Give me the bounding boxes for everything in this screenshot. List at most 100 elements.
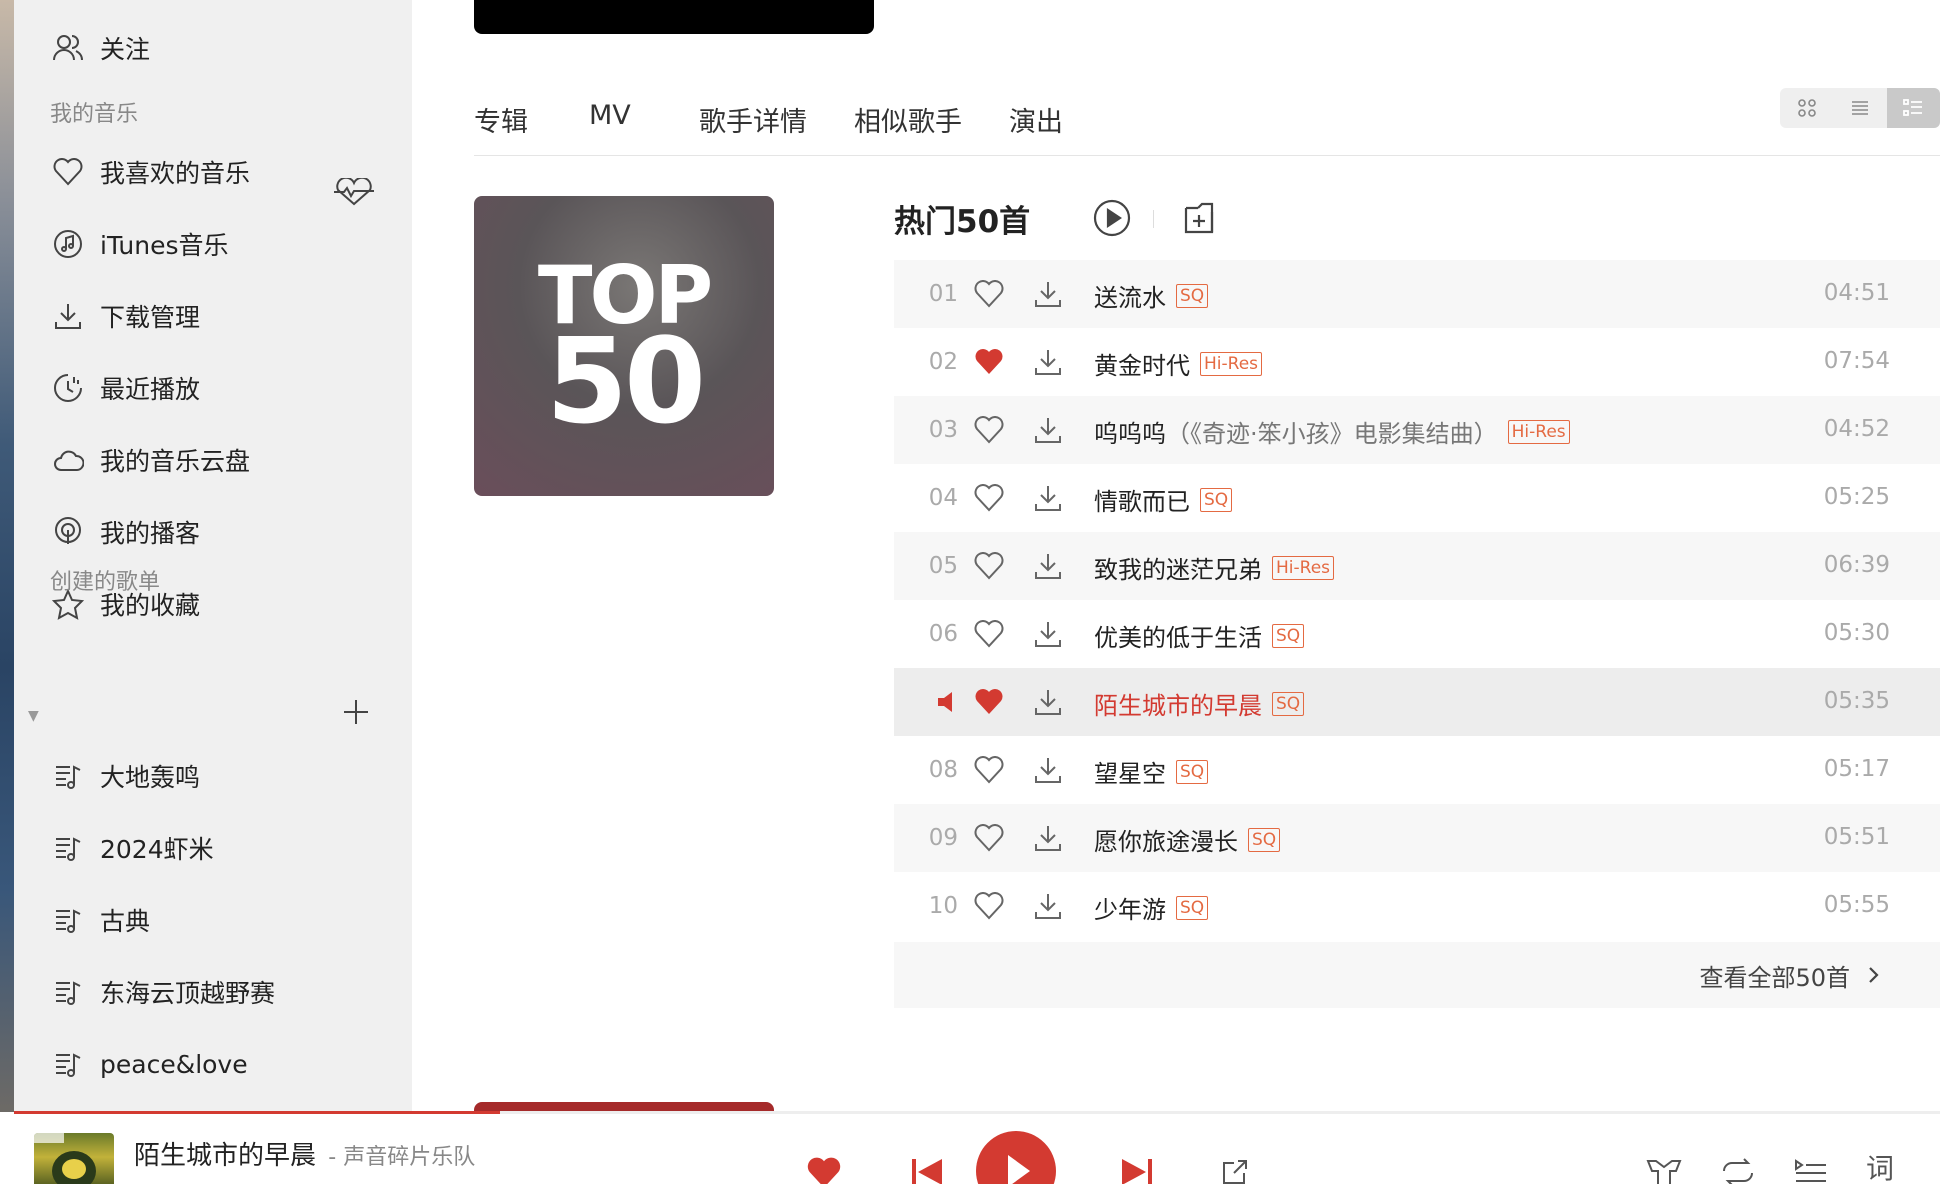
play-all-button[interactable] xyxy=(1092,198,1132,238)
now-playing-title[interactable]: 陌生城市的早晨 - 声音碎片乐队 xyxy=(134,1135,475,1172)
playlist-icon xyxy=(50,974,86,1010)
share-button[interactable] xyxy=(1220,1157,1250,1184)
now-playing-cover[interactable] xyxy=(34,1133,114,1184)
add-to-playlist-button[interactable] xyxy=(1178,198,1218,238)
download-icon[interactable] xyxy=(1032,482,1064,514)
download-icon[interactable] xyxy=(1032,346,1064,378)
song-name: 送流水 xyxy=(1094,284,1166,312)
heart-outline-icon[interactable] xyxy=(974,416,1004,444)
sound-effect-icon[interactable] xyxy=(1644,1157,1684,1184)
view-all-button[interactable]: 查看全部50首 xyxy=(894,942,1940,1008)
download-icon[interactable] xyxy=(1032,278,1064,310)
heart-outline-icon[interactable] xyxy=(974,756,1004,784)
heart-outline-icon[interactable] xyxy=(974,484,1004,512)
song-row[interactable]: 10 少年游 SQ 05:55 xyxy=(894,872,1940,940)
download-icon xyxy=(50,298,86,334)
heart-filled-icon[interactable] xyxy=(974,348,1004,376)
playlist-label: 东海云顶越野赛 xyxy=(100,979,276,1008)
song-duration: 06:39 xyxy=(1823,552,1890,578)
playlist-item[interactable]: 古典 xyxy=(14,890,412,950)
song-row[interactable]: 09 愿你旅途漫长 SQ 05:51 xyxy=(894,804,1940,872)
sidebar-item-3[interactable]: 最近播放 xyxy=(14,358,412,418)
song-row[interactable]: 06 优美的低于生活 SQ 05:30 xyxy=(894,600,1940,668)
playlist-item[interactable]: 2024虾米 xyxy=(14,818,412,878)
heartbeat-mode-icon[interactable] xyxy=(332,178,376,206)
previous-button[interactable] xyxy=(910,1157,944,1184)
song-name: 呜呜呜 xyxy=(1094,420,1166,448)
section-title-my-music: 我的音乐 xyxy=(50,102,139,127)
song-number: 06 xyxy=(928,621,958,647)
desktop-background xyxy=(0,0,14,1112)
repeat-mode-icon[interactable] xyxy=(1720,1157,1756,1184)
song-name: 致我的迷茫兄弟 xyxy=(1094,556,1262,584)
song-number: 02 xyxy=(928,349,958,375)
player-bar: 陌生城市的早晨 - 声音碎片乐队 词 xyxy=(14,1111,1940,1184)
playlist-label: 大地轰鸣 xyxy=(100,763,201,792)
play-button[interactable] xyxy=(976,1131,1056,1184)
view-all-label: 查看全部50首 xyxy=(1699,963,1850,992)
heart-outline-icon xyxy=(50,154,86,190)
list-view-button[interactable] xyxy=(1833,88,1886,128)
playlist-label: 2024虾米 xyxy=(100,835,214,864)
playlist-item[interactable]: peace&love xyxy=(14,1034,412,1094)
download-icon[interactable] xyxy=(1032,414,1064,446)
download-icon[interactable] xyxy=(1032,754,1064,786)
tab-mv[interactable]: MV xyxy=(589,100,631,156)
sidebar-item-1[interactable]: iTunes音乐 xyxy=(14,214,412,274)
song-row[interactable]: 04 情歌而已 SQ 05:25 xyxy=(894,464,1940,532)
song-number: 05 xyxy=(928,553,958,579)
song-name: 陌生城市的早晨 xyxy=(1094,692,1262,720)
heart-outline-icon[interactable] xyxy=(974,552,1004,580)
download-icon[interactable] xyxy=(1032,890,1064,922)
cloud-icon xyxy=(50,442,86,478)
song-name: 少年游 xyxy=(1094,896,1166,924)
song-number: 03 xyxy=(928,417,958,443)
song-row[interactable]: 03 呜呜呜 （《奇迹·笨小孩》电影集结曲） Hi-Res 04:52 xyxy=(894,396,1940,464)
download-icon[interactable] xyxy=(1032,822,1064,854)
song-row[interactable]: 05 致我的迷茫兄弟 Hi-Res 06:39 xyxy=(894,532,1940,600)
song-row[interactable]: 陌生城市的早晨 SQ 05:35 xyxy=(894,668,1940,736)
heart-outline-icon[interactable] xyxy=(974,620,1004,648)
heart-outline-icon[interactable] xyxy=(974,280,1004,308)
heart-outline-icon[interactable] xyxy=(974,824,1004,852)
clock-icon xyxy=(50,370,86,406)
lyrics-button[interactable]: 词 xyxy=(1866,1147,1894,1184)
song-row[interactable]: 08 望星空 SQ 05:17 xyxy=(894,736,1940,804)
next-button[interactable] xyxy=(1120,1157,1154,1184)
download-icon[interactable] xyxy=(1032,686,1064,718)
sidebar-item-5[interactable]: 我的播客 xyxy=(14,502,412,562)
chevron-right-icon xyxy=(1869,967,1879,983)
like-button[interactable] xyxy=(806,1155,842,1184)
collapse-arrow-icon[interactable]: ▼ xyxy=(28,708,39,724)
detail-view-button[interactable] xyxy=(1886,88,1940,128)
album-cover[interactable]: TOP 50 xyxy=(474,196,774,496)
song-row[interactable]: 02 黄金时代 Hi-Res 07:54 xyxy=(894,328,1940,396)
tab-album[interactable]: 专辑 xyxy=(474,100,528,156)
now-playing-artist[interactable]: - 声音碎片乐队 xyxy=(328,1145,475,1170)
sidebar-item-follow[interactable]: 关注 xyxy=(14,18,412,78)
playlist-item[interactable]: 东海云顶越野赛 xyxy=(14,962,412,1022)
tab-shows[interactable]: 演出 xyxy=(1009,100,1063,156)
section-title-created: 创建的歌单 xyxy=(50,570,161,595)
song-title: 陌生城市的早晨 SQ xyxy=(1094,686,1305,721)
sidebar: 关注 我的音乐 我喜欢的音乐 iTunes音乐 下载管理 最近播放 我的音乐云盘 我的播客… xyxy=(14,0,412,1112)
song-duration: 05:51 xyxy=(1823,824,1890,850)
song-name: 望星空 xyxy=(1094,760,1166,788)
download-icon[interactable] xyxy=(1032,550,1064,582)
music-note-circle-icon xyxy=(50,226,86,262)
users-icon xyxy=(50,30,86,66)
song-row[interactable]: 01 送流水 SQ 04:51 xyxy=(894,260,1940,328)
tab-artist-details[interactable]: 歌手详情 xyxy=(699,100,807,156)
heart-filled-icon[interactable] xyxy=(974,688,1004,716)
download-icon[interactable] xyxy=(1032,618,1064,650)
sidebar-item-label: 下载管理 xyxy=(100,303,201,332)
playlist-item[interactable]: 大地轰鸣 xyxy=(14,746,412,806)
tab-similar-artists[interactable]: 相似歌手 xyxy=(854,100,962,156)
heart-outline-icon[interactable] xyxy=(974,892,1004,920)
add-playlist-button[interactable] xyxy=(340,696,372,728)
sidebar-item-4[interactable]: 我的音乐云盘 xyxy=(14,430,412,490)
grid-view-button[interactable] xyxy=(1780,88,1833,128)
song-title: 致我的迷茫兄弟 Hi-Res xyxy=(1094,550,1335,585)
playlist-queue-icon[interactable] xyxy=(1794,1157,1828,1184)
sidebar-item-2[interactable]: 下载管理 xyxy=(14,286,412,346)
